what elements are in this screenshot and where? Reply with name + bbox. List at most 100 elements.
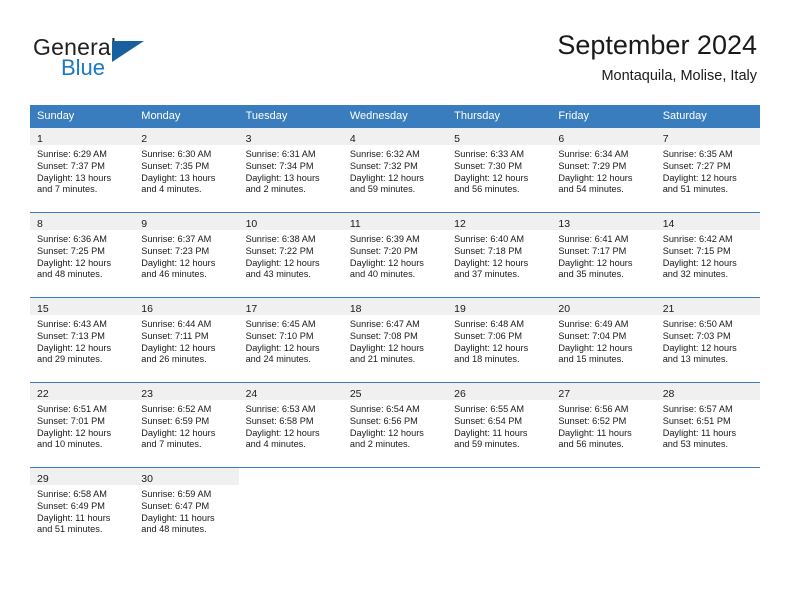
daylight-text-line1: Daylight: 12 hours <box>141 257 216 268</box>
sunset-text: Sunset: 7:08 PM <box>349 330 418 341</box>
blue-flag-icon <box>112 41 144 62</box>
calendar-day-cell[interactable]: 17 Sunrise: 6:45 AM Sunset: 7:10 PM Dayligh… <box>238 297 343 383</box>
calendar-day-cell[interactable]: 10 Sunrise: 6:38 AM Sunset: 7:22 PM Dayligh… <box>238 212 343 298</box>
calendar-day-cell[interactable]: 25 Sunrise: 6:54 AM Sunset: 6:56 PM Dayligh… <box>342 382 448 468</box>
sunset-text: Sunset: 7:37 PM <box>37 160 105 171</box>
calendar-day-cell[interactable]: 22 Sunrise: 6:51 AM Sunset: 7:01 PM Dayligh… <box>30 382 135 468</box>
daylight-text-line1: Daylight: 12 hours <box>37 342 112 353</box>
page-title: September 2024 <box>557 30 757 60</box>
calendar-day-cell[interactable]: 23 Sunrise: 6:52 AM Sunset: 6:59 PM Dayligh… <box>134 382 239 468</box>
sunrise-text: Sunrise: 6:35 AM <box>662 149 733 159</box>
daylight-text-line2: and 51 minutes. <box>37 524 103 535</box>
sunset-text: Sunset: 7:17 PM <box>558 245 627 256</box>
daylight-text-line1: Daylight: 12 hours <box>454 257 529 268</box>
daylight-text-line1: Daylight: 11 hours <box>37 512 111 523</box>
sunset-text: Sunset: 7:03 PM <box>662 330 731 341</box>
page-header: General Blue September 2024 Montaquila, … <box>0 0 792 100</box>
calendar-day-cell[interactable]: 15 Sunrise: 6:43 AM Sunset: 7:13 PM Dayligh… <box>30 297 135 383</box>
weekday-header-friday: Friday <box>551 105 656 128</box>
calendar-body: 1 Sunrise: 6:29 AM Sunset: 7:37 PM Daylight… <box>30 128 760 552</box>
sunset-text: Sunset: 7:35 PM <box>141 160 210 171</box>
daylight-text-line2: and 59 minutes. <box>349 184 416 195</box>
calendar-week-row: 1 Sunrise: 6:29 AM Sunset: 7:37 PM Daylight… <box>30 128 760 213</box>
calendar-day-cell[interactable]: 12 Sunrise: 6:40 AM Sunset: 7:18 PM Dayligh… <box>447 212 552 298</box>
calendar-day-cell[interactable]: 21 Sunrise: 6:50 AM Sunset: 7:03 PM Dayligh… <box>655 297 760 383</box>
weekday-header-sunday: Sunday <box>30 105 135 128</box>
daylight-text-line2: and 48 minutes. <box>37 269 103 280</box>
calendar-day-cell[interactable]: 24 Sunrise: 6:53 AM Sunset: 6:58 PM Dayligh… <box>238 382 343 468</box>
calendar-day-cell[interactable]: 7 Sunrise: 6:35 AM Sunset: 7:27 PM Daylight… <box>655 128 760 213</box>
sunrise-text: Sunrise: 6:30 AM <box>141 149 212 159</box>
calendar-day-cell[interactable]: 9 Sunrise: 6:37 AM Sunset: 7:23 PM Daylight… <box>134 212 239 298</box>
calendar-day-cell[interactable]: 27 Sunrise: 6:56 AM Sunset: 6:52 PM Dayligh… <box>551 382 656 468</box>
sunrise-text: Sunrise: 6:44 AM <box>141 319 212 329</box>
calendar-day-cell[interactable]: 28 Sunrise: 6:57 AM Sunset: 6:51 PM Dayligh… <box>655 382 760 468</box>
calendar-day-cell[interactable]: 4 Sunrise: 6:32 AM Sunset: 7:32 PM Daylight… <box>342 128 448 213</box>
weekday-header-monday: Monday <box>134 105 239 128</box>
daylight-text-line1: Daylight: 11 hours <box>662 427 737 438</box>
sunset-text: Sunset: 7:23 PM <box>141 245 210 256</box>
sunset-text: Sunset: 7:30 PM <box>454 160 523 171</box>
day-number: 11 <box>349 218 361 230</box>
calendar-day-cell-empty <box>238 467 343 552</box>
daylight-text-line2: and 4 minutes. <box>141 184 202 195</box>
weekday-header-wednesday: Wednesday <box>342 105 448 128</box>
calendar-day-cell[interactable]: 1 Sunrise: 6:29 AM Sunset: 7:37 PM Daylight… <box>30 128 135 213</box>
sunset-text: Sunset: 7:20 PM <box>349 245 418 256</box>
sunrise-text: Sunrise: 6:50 AM <box>662 319 733 329</box>
sunset-text: Sunset: 7:22 PM <box>245 245 314 256</box>
daylight-text-line2: and 15 minutes. <box>558 354 624 365</box>
calendar-day-cell-empty <box>655 467 760 552</box>
calendar-day-cell[interactable]: 20 Sunrise: 6:49 AM Sunset: 7:04 PM Dayligh… <box>551 297 656 383</box>
day-number: 1 <box>37 133 43 145</box>
calendar-day-cell[interactable]: 29 Sunrise: 6:58 AM Sunset: 6:49 PM Dayligh… <box>30 467 135 552</box>
calendar-day-cell[interactable]: 19 Sunrise: 6:48 AM Sunset: 7:06 PM Dayligh… <box>447 297 552 383</box>
day-number: 4 <box>349 133 356 145</box>
day-number: 27 <box>558 388 571 400</box>
sunrise-text: Sunrise: 6:54 AM <box>349 404 420 414</box>
sunrise-text: Sunrise: 6:56 AM <box>558 404 629 414</box>
day-number: 20 <box>558 303 571 315</box>
sunset-text: Sunset: 7:06 PM <box>454 330 523 341</box>
daylight-text-line1: Daylight: 12 hours <box>662 257 737 268</box>
calendar-week-row: 22 Sunrise: 6:51 AM Sunset: 7:01 PM Dayligh… <box>30 382 760 468</box>
day-number: 18 <box>349 303 362 315</box>
daylight-text-line1: Daylight: 12 hours <box>662 172 737 183</box>
day-number: 14 <box>662 218 675 230</box>
daylight-text-line1: Daylight: 12 hours <box>245 342 320 353</box>
daylight-text-line2: and 7 minutes. <box>141 439 202 450</box>
calendar-day-cell[interactable]: 3 Sunrise: 6:31 AM Sunset: 7:34 PM Daylight… <box>238 128 343 213</box>
daylight-text-line1: Daylight: 13 hours <box>245 172 320 183</box>
daylight-text-line1: Daylight: 12 hours <box>141 427 216 438</box>
calendar-day-cell[interactable]: 13 Sunrise: 6:41 AM Sunset: 7:17 PM Dayligh… <box>551 212 656 298</box>
calendar-day-cell[interactable]: 16 Sunrise: 6:44 AM Sunset: 7:11 PM Dayligh… <box>134 297 239 383</box>
calendar-week-row: 29 Sunrise: 6:58 AM Sunset: 6:49 PM Dayligh… <box>30 467 760 552</box>
calendar-day-cell-empty <box>342 467 448 552</box>
calendar-day-cell[interactable]: 26 Sunrise: 6:55 AM Sunset: 6:54 PM Dayligh… <box>447 382 552 468</box>
calendar-day-cell[interactable]: 8 Sunrise: 6:36 AM Sunset: 7:25 PM Daylight… <box>30 212 135 298</box>
daylight-text-line2: and 56 minutes. <box>558 439 624 450</box>
daylight-text-line2: and 59 minutes. <box>454 439 520 450</box>
daylight-text-line1: Daylight: 12 hours <box>349 257 424 268</box>
brand-logo[interactable]: General Blue <box>33 34 233 84</box>
brand-name-blue: Blue <box>61 55 106 80</box>
calendar-day-cell[interactable]: 11 Sunrise: 6:39 AM Sunset: 7:20 PM Dayligh… <box>342 212 448 298</box>
calendar-day-cell[interactable]: 14 Sunrise: 6:42 AM Sunset: 7:15 PM Dayligh… <box>655 212 760 298</box>
sunrise-text: Sunrise: 6:32 AM <box>349 149 420 159</box>
calendar-day-cell[interactable]: 30 Sunrise: 6:59 AM Sunset: 6:47 PM Dayligh… <box>134 467 239 552</box>
sunrise-text: Sunrise: 6:53 AM <box>245 404 316 414</box>
sunset-text: Sunset: 7:25 PM <box>37 245 105 256</box>
day-number: 19 <box>454 303 466 315</box>
calendar-day-cell[interactable]: 6 Sunrise: 6:34 AM Sunset: 7:29 PM Daylight… <box>551 128 656 213</box>
calendar-table: Sunday Monday Tuesday Wednesday Thursday… <box>30 105 760 552</box>
daylight-text-line2: and 13 minutes. <box>662 354 729 365</box>
daylight-text-line2: and 43 minutes. <box>245 269 311 280</box>
daylight-text-line1: Daylight: 12 hours <box>558 257 633 268</box>
calendar-day-cell[interactable]: 18 Sunrise: 6:47 AM Sunset: 7:08 PM Dayligh… <box>342 297 448 383</box>
calendar-day-cell[interactable]: 5 Sunrise: 6:33 AM Sunset: 7:30 PM Daylight… <box>447 128 552 213</box>
calendar-day-cell[interactable]: 2 Sunrise: 6:30 AM Sunset: 7:35 PM Daylight… <box>134 128 239 213</box>
sunrise-text: Sunrise: 6:51 AM <box>37 404 107 414</box>
daylight-text-line2: and 54 minutes. <box>558 184 624 195</box>
weekday-header-tuesday: Tuesday <box>238 105 343 128</box>
sunrise-text: Sunrise: 6:45 AM <box>245 319 316 329</box>
